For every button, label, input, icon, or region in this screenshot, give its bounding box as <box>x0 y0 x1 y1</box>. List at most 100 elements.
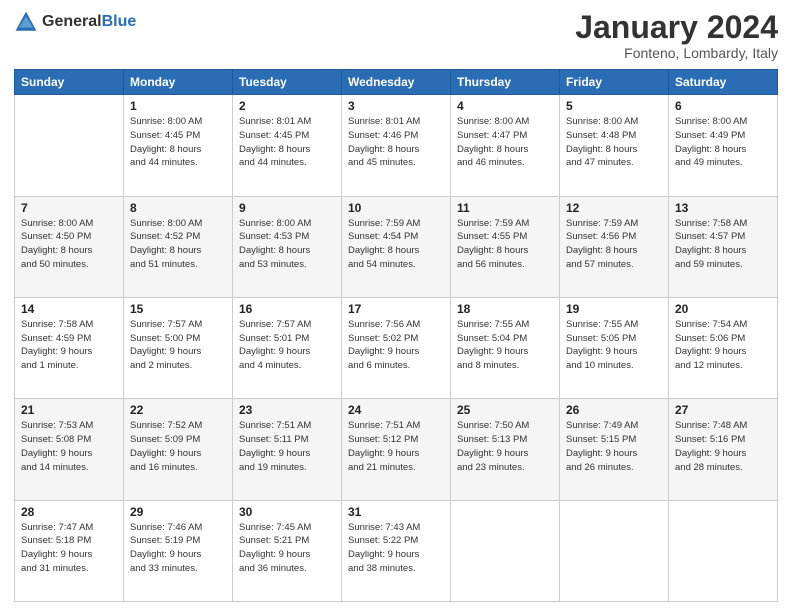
logo: GeneralBlue <box>14 10 136 34</box>
calendar-header: SundayMondayTuesdayWednesdayThursdayFrid… <box>15 70 778 95</box>
calendar-cell: 26 Sunrise: 7:49 AMSunset: 5:15 PMDayligh… <box>560 399 669 500</box>
calendar-page: GeneralBlue January 2024 Fonteno, Lombar… <box>0 0 792 612</box>
logo-icon <box>14 10 38 34</box>
calendar-cell: 13Sunrise: 7:58 AMSunset: 4:57 PMDayligh… <box>669 196 778 297</box>
weekday-header-wednesday: Wednesday <box>342 70 451 95</box>
calendar-cell: 7 Sunrise: 8:00 AMSunset: 4:50 PMDaylight… <box>15 196 124 297</box>
day-number: 27 <box>675 403 771 417</box>
weekday-header-monday: Monday <box>124 70 233 95</box>
day-info: Sunrise: 7:57 AMSunset: 5:01 PMDaylight:… <box>239 318 335 373</box>
day-number: 24 <box>348 403 444 417</box>
weekday-row: SundayMondayTuesdayWednesdayThursdayFrid… <box>15 70 778 95</box>
calendar-cell: 3 Sunrise: 8:01 AMSunset: 4:46 PMDaylight… <box>342 95 451 196</box>
day-info: Sunrise: 7:48 AMSunset: 5:16 PMDaylight:… <box>675 419 771 474</box>
day-number: 9 <box>239 201 335 215</box>
calendar-cell: 8 Sunrise: 8:00 AMSunset: 4:52 PMDaylight… <box>124 196 233 297</box>
calendar-cell <box>560 500 669 601</box>
day-info: Sunrise: 7:47 AMSunset: 5:18 PMDaylight:… <box>21 521 117 576</box>
day-info: Sunrise: 7:49 AMSunset: 5:15 PMDaylight:… <box>566 419 662 474</box>
day-info: Sunrise: 8:01 AMSunset: 4:46 PMDaylight:… <box>348 115 444 170</box>
weekday-header-tuesday: Tuesday <box>233 70 342 95</box>
calendar-cell: 20Sunrise: 7:54 AMSunset: 5:06 PMDayligh… <box>669 297 778 398</box>
day-info: Sunrise: 7:50 AMSunset: 5:13 PMDaylight:… <box>457 419 553 474</box>
calendar-cell <box>15 95 124 196</box>
weekday-header-sunday: Sunday <box>15 70 124 95</box>
day-info: Sunrise: 8:00 AMSunset: 4:52 PMDaylight:… <box>130 217 226 272</box>
calendar-cell: 22Sunrise: 7:52 AMSunset: 5:09 PMDayligh… <box>124 399 233 500</box>
calendar-cell: 12Sunrise: 7:59 AMSunset: 4:56 PMDayligh… <box>560 196 669 297</box>
calendar-cell: 10Sunrise: 7:59 AMSunset: 4:54 PMDayligh… <box>342 196 451 297</box>
day-info: Sunrise: 8:01 AMSunset: 4:45 PMDaylight:… <box>239 115 335 170</box>
day-info: Sunrise: 8:00 AMSunset: 4:45 PMDaylight:… <box>130 115 226 170</box>
day-number: 2 <box>239 99 335 113</box>
calendar-cell <box>669 500 778 601</box>
calendar-cell <box>451 500 560 601</box>
day-info: Sunrise: 7:51 AMSunset: 5:12 PMDaylight:… <box>348 419 444 474</box>
weekday-header-saturday: Saturday <box>669 70 778 95</box>
day-number: 15 <box>130 302 226 316</box>
calendar-cell: 19 Sunrise: 7:55 AMSunset: 5:05 PMDayligh… <box>560 297 669 398</box>
calendar-cell: 5 Sunrise: 8:00 AMSunset: 4:48 PMDaylight… <box>560 95 669 196</box>
calendar-cell: 6Sunrise: 8:00 AMSunset: 4:49 PMDaylight… <box>669 95 778 196</box>
calendar-cell: 31 Sunrise: 7:43 AMSunset: 5:22 PMDayligh… <box>342 500 451 601</box>
day-info: Sunrise: 7:46 AMSunset: 5:19 PMDaylight:… <box>130 521 226 576</box>
day-info: Sunrise: 7:54 AMSunset: 5:06 PMDaylight:… <box>675 318 771 373</box>
header: GeneralBlue January 2024 Fonteno, Lombar… <box>14 10 778 61</box>
calendar-cell: 11Sunrise: 7:59 AMSunset: 4:55 PMDayligh… <box>451 196 560 297</box>
logo-general: General <box>42 13 102 30</box>
day-info: Sunrise: 7:57 AMSunset: 5:00 PMDaylight:… <box>130 318 226 373</box>
week-row-1: 1 Sunrise: 8:00 AMSunset: 4:45 PMDaylight… <box>15 95 778 196</box>
day-info: Sunrise: 7:58 AMSunset: 4:59 PMDaylight:… <box>21 318 117 373</box>
day-info: Sunrise: 8:00 AMSunset: 4:47 PMDaylight:… <box>457 115 553 170</box>
calendar-cell: 9Sunrise: 8:00 AMSunset: 4:53 PMDaylight… <box>233 196 342 297</box>
calendar-cell: 25Sunrise: 7:50 AMSunset: 5:13 PMDayligh… <box>451 399 560 500</box>
day-info: Sunrise: 7:43 AMSunset: 5:22 PMDaylight:… <box>348 521 444 576</box>
day-number: 30 <box>239 505 335 519</box>
calendar-cell: 18 Sunrise: 7:55 AMSunset: 5:04 PMDayligh… <box>451 297 560 398</box>
day-info: Sunrise: 7:56 AMSunset: 5:02 PMDaylight:… <box>348 318 444 373</box>
calendar-cell: 14 Sunrise: 7:58 AMSunset: 4:59 PMDayligh… <box>15 297 124 398</box>
day-info: Sunrise: 8:00 AMSunset: 4:50 PMDaylight:… <box>21 217 117 272</box>
calendar-cell: 2 Sunrise: 8:01 AMSunset: 4:45 PMDaylight… <box>233 95 342 196</box>
day-info: Sunrise: 8:00 AMSunset: 4:48 PMDaylight:… <box>566 115 662 170</box>
day-number: 5 <box>566 99 662 113</box>
calendar-cell: 28Sunrise: 7:47 AMSunset: 5:18 PMDayligh… <box>15 500 124 601</box>
calendar-cell: 16 Sunrise: 7:57 AMSunset: 5:01 PMDayligh… <box>233 297 342 398</box>
week-row-4: 21 Sunrise: 7:53 AMSunset: 5:08 PMDayligh… <box>15 399 778 500</box>
day-number: 19 <box>566 302 662 316</box>
weekday-header-thursday: Thursday <box>451 70 560 95</box>
calendar-cell: 1 Sunrise: 8:00 AMSunset: 4:45 PMDaylight… <box>124 95 233 196</box>
day-info: Sunrise: 7:55 AMSunset: 5:04 PMDaylight:… <box>457 318 553 373</box>
day-info: Sunrise: 7:53 AMSunset: 5:08 PMDaylight:… <box>21 419 117 474</box>
day-number: 16 <box>239 302 335 316</box>
day-number: 3 <box>348 99 444 113</box>
calendar-cell: 21 Sunrise: 7:53 AMSunset: 5:08 PMDayligh… <box>15 399 124 500</box>
day-number: 29 <box>130 505 226 519</box>
day-number: 7 <box>21 201 117 215</box>
weekday-header-friday: Friday <box>560 70 669 95</box>
day-number: 13 <box>675 201 771 215</box>
week-row-2: 7 Sunrise: 8:00 AMSunset: 4:50 PMDaylight… <box>15 196 778 297</box>
calendar-cell: 15 Sunrise: 7:57 AMSunset: 5:00 PMDayligh… <box>124 297 233 398</box>
calendar-cell: 30 Sunrise: 7:45 AMSunset: 5:21 PMDayligh… <box>233 500 342 601</box>
day-number: 31 <box>348 505 444 519</box>
day-number: 11 <box>457 201 553 215</box>
day-number: 8 <box>130 201 226 215</box>
day-info: Sunrise: 7:45 AMSunset: 5:21 PMDaylight:… <box>239 521 335 576</box>
day-number: 1 <box>130 99 226 113</box>
day-number: 14 <box>21 302 117 316</box>
day-number: 6 <box>675 99 771 113</box>
day-number: 4 <box>457 99 553 113</box>
calendar-cell: 27 Sunrise: 7:48 AMSunset: 5:16 PMDayligh… <box>669 399 778 500</box>
day-number: 26 <box>566 403 662 417</box>
day-info: Sunrise: 7:52 AMSunset: 5:09 PMDaylight:… <box>130 419 226 474</box>
calendar-cell: 29 Sunrise: 7:46 AMSunset: 5:19 PMDayligh… <box>124 500 233 601</box>
week-row-3: 14 Sunrise: 7:58 AMSunset: 4:59 PMDayligh… <box>15 297 778 398</box>
day-number: 18 <box>457 302 553 316</box>
calendar-cell: 17Sunrise: 7:56 AMSunset: 5:02 PMDayligh… <box>342 297 451 398</box>
day-info: Sunrise: 7:55 AMSunset: 5:05 PMDaylight:… <box>566 318 662 373</box>
day-number: 21 <box>21 403 117 417</box>
title-block: January 2024 Fonteno, Lombardy, Italy <box>575 10 778 61</box>
calendar-cell: 24 Sunrise: 7:51 AMSunset: 5:12 PMDayligh… <box>342 399 451 500</box>
month-title: January 2024 <box>575 10 778 45</box>
